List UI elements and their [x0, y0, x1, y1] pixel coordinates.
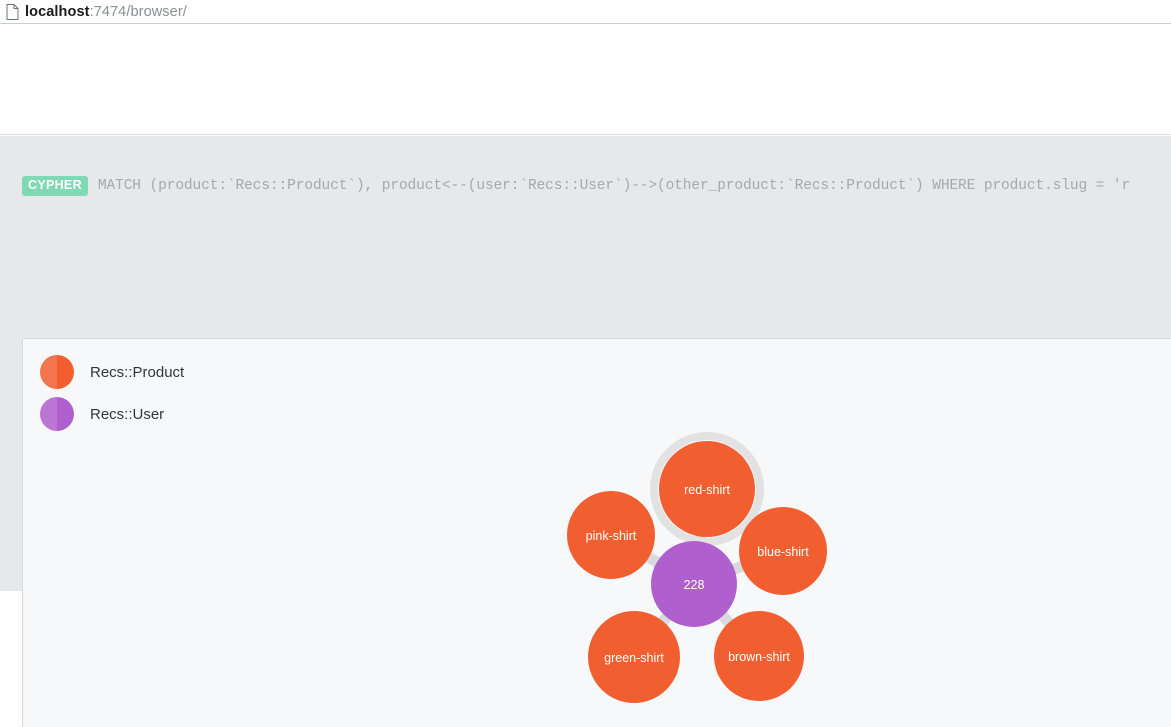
graph-node-red-shirt[interactable]: red-shirt — [650, 432, 764, 546]
url-path: :7474/browser/ — [89, 3, 187, 20]
browser-url-bar[interactable]: localhost:7474/browser/ — [0, 0, 1171, 24]
node-circle[interactable] — [567, 491, 655, 579]
node-circle[interactable] — [659, 441, 755, 537]
cypher-badge[interactable]: CYPHER — [22, 176, 88, 196]
graph-node-green-shirt[interactable]: green-shirt — [588, 611, 680, 703]
graph-visualization[interactable]: red-shirtpink-shirt blue-shirt green-shirt… — [23, 339, 1171, 727]
url-host: localhost — [25, 3, 90, 20]
result-query-row: CYPHER MATCH (product:`Recs::Product`), … — [0, 172, 1171, 200]
graph-node-pink-shirt[interactable]: pink-shirt — [567, 491, 655, 579]
node-circle[interactable] — [651, 541, 737, 627]
result-query-text: MATCH (product:`Recs::Product`), product… — [97, 178, 1131, 194]
node-circle[interactable] — [714, 611, 804, 701]
graph-result-panel[interactable]: Recs::Product Recs::User red-shirt pink-s… — [22, 338, 1171, 727]
query-editor[interactable]: $MATCH (product:`Recs::Product`), produc… — [0, 25, 1171, 135]
url-bar-inner[interactable]: localhost:7474/browser/ — [0, 0, 187, 24]
page-icon — [6, 3, 19, 20]
node-circle[interactable] — [739, 507, 827, 595]
node-layer: red-shirtpink-shirt blue-shirt green-shirt… — [567, 432, 827, 703]
graph-node-blue-shirt[interactable]: blue-shirt — [739, 507, 827, 595]
query-line-1: $MATCH (product:`Recs::Product`), produc… — [20, 131, 1071, 134]
node-circle[interactable] — [588, 611, 680, 703]
graph-node-brown-shirt[interactable]: brown-shirt — [714, 611, 804, 701]
url-text: localhost:7474/browser/ — [25, 4, 187, 20]
query-editor-code[interactable]: $MATCH (product:`Recs::Product`), produc… — [20, 77, 1071, 134]
graph-node-228[interactable]: 228 — [651, 541, 737, 627]
result-frame: CYPHER MATCH (product:`Recs::Product`), … — [0, 136, 1171, 727]
